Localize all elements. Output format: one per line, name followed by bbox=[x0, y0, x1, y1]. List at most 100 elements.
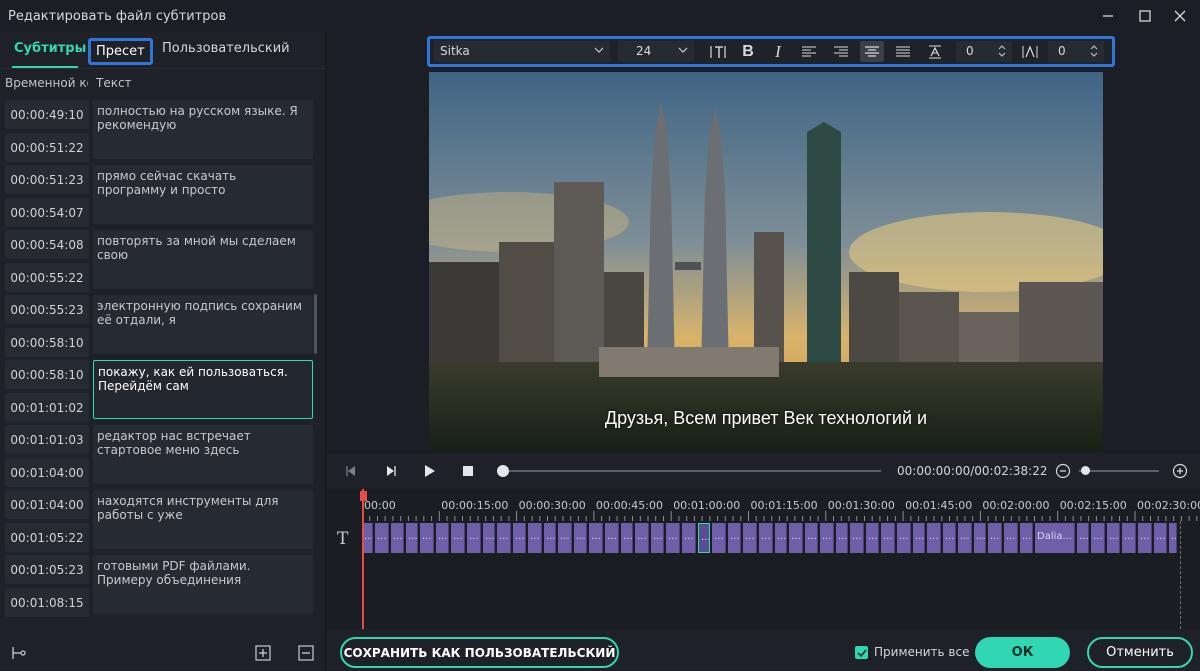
align-left-icon[interactable] bbox=[797, 41, 821, 62]
line-spacing-stepper[interactable]: 0 bbox=[956, 41, 1012, 62]
subtitle-clip[interactable]: ... bbox=[913, 523, 925, 553]
subtitle-clip[interactable]: ... bbox=[988, 523, 1002, 553]
start-time-cell[interactable]: 00:00:54:08 bbox=[5, 230, 89, 259]
next-frame-icon[interactable] bbox=[383, 463, 399, 479]
end-time-cell[interactable]: 00:00:54:07 bbox=[5, 198, 89, 227]
end-time-cell[interactable]: 00:01:04:00 bbox=[5, 458, 89, 487]
text-height-icon[interactable] bbox=[706, 41, 730, 62]
subtitle-clip[interactable]: ... bbox=[483, 523, 495, 553]
subtitle-clip[interactable]: ... bbox=[1077, 523, 1089, 553]
end-time-cell[interactable]: 00:01:05:22 bbox=[5, 523, 89, 552]
subtitle-clip[interactable]: ... bbox=[1004, 523, 1018, 553]
italic-icon[interactable]: I bbox=[766, 41, 790, 62]
subtitle-clip[interactable]: ... bbox=[513, 523, 526, 553]
subtitle-row[interactable]: 00:01:04:00 00:01:05:22 находятся инструме… bbox=[5, 490, 317, 555]
subtitle-row[interactable]: 00:00:51:23 00:00:54:07 прямо сейчас скача… bbox=[5, 165, 317, 230]
subtitle-clip[interactable]: ... bbox=[420, 523, 434, 553]
start-time-cell[interactable]: 00:00:49:10 bbox=[5, 100, 89, 129]
zoom-out-icon[interactable] bbox=[1055, 463, 1071, 479]
tab-subtitles[interactable]: Субтитры bbox=[14, 41, 86, 56]
subtitle-clip[interactable]: ... bbox=[1138, 523, 1152, 553]
subtitle-clip[interactable]: ... bbox=[728, 523, 741, 553]
split-icon[interactable] bbox=[10, 645, 26, 661]
tab-custom[interactable]: Пользовательский bbox=[162, 41, 290, 56]
subtitle-text-cell[interactable]: полностью на русском языке. Я рекомендую bbox=[93, 100, 313, 159]
subtitle-clip[interactable]: ... bbox=[589, 523, 603, 553]
align-justify-icon[interactable] bbox=[891, 41, 915, 62]
subtitle-clip[interactable]: ... bbox=[406, 523, 418, 553]
apply-all-checkbox[interactable] bbox=[855, 646, 868, 659]
subtitle-row[interactable]: 00:00:54:08 00:00:55:22 повторять за мной … bbox=[5, 230, 317, 295]
subtitle-text-cell[interactable]: редактор нас встречает стартовое меню зд… bbox=[93, 425, 313, 484]
subtitle-clip[interactable]: ... bbox=[1020, 523, 1033, 553]
subtitle-clip[interactable]: ... bbox=[775, 523, 787, 553]
font-select[interactable]: Sitka bbox=[434, 41, 610, 62]
subtitle-clip[interactable]: ... bbox=[927, 523, 941, 553]
subtitle-row[interactable]: 00:01:05:23 00:01:08:15 готовыми PDF файла… bbox=[5, 555, 317, 620]
subtitle-clip[interactable]: ... bbox=[651, 523, 664, 553]
subtitle-clip[interactable]: ... bbox=[743, 523, 757, 553]
subtitle-clip[interactable]: ... bbox=[974, 523, 986, 553]
remove-subtitle-icon[interactable] bbox=[298, 645, 314, 661]
stepper-arrows-icon[interactable] bbox=[998, 44, 1006, 58]
minimize-icon[interactable] bbox=[1098, 6, 1118, 26]
start-time-cell[interactable]: 00:01:04:00 bbox=[5, 490, 89, 519]
subtitle-clip[interactable]: ... bbox=[1169, 523, 1177, 553]
align-center-icon[interactable] bbox=[860, 41, 884, 62]
subtitle-row[interactable]: 00:00:49:10 00:00:51:22 полностью на русск… bbox=[5, 100, 317, 165]
end-time-cell[interactable]: 00:00:55:22 bbox=[5, 263, 89, 292]
subtitle-clip[interactable]: ... bbox=[805, 523, 818, 553]
end-time-cell[interactable]: 00:00:58:10 bbox=[5, 328, 89, 357]
font-size-select[interactable]: 24 bbox=[618, 41, 694, 62]
subtitle-row[interactable]: 00:01:01:03 00:01:04:00 редактор нас встре… bbox=[5, 425, 317, 490]
subtitle-clip[interactable]: ... bbox=[375, 523, 389, 553]
subtitle-clip[interactable]: ... bbox=[759, 523, 773, 553]
subtitle-text-cell[interactable]: находятся инструменты для работы с уже bbox=[93, 490, 313, 549]
start-time-cell[interactable]: 00:00:55:23 bbox=[5, 295, 89, 324]
zoom-slider[interactable] bbox=[1079, 470, 1159, 472]
subtitle-clip[interactable]: ... bbox=[436, 523, 449, 553]
subtitle-clip[interactable]: ... bbox=[558, 523, 572, 553]
zoom-in-icon[interactable] bbox=[1172, 463, 1188, 479]
subtitle-clip[interactable]: ... bbox=[1107, 523, 1120, 553]
subtitle-clip[interactable]: ... bbox=[789, 523, 803, 553]
subtitle-clip[interactable]: ... bbox=[820, 523, 834, 553]
start-time-cell[interactable]: 00:00:58:10 bbox=[5, 360, 89, 389]
zoom-knob[interactable] bbox=[1081, 466, 1090, 475]
text-baseline-icon[interactable] bbox=[923, 41, 947, 62]
align-right-icon[interactable] bbox=[829, 41, 853, 62]
subtitle-clip[interactable]: ... bbox=[528, 523, 542, 553]
subtitle-clip[interactable]: ... bbox=[682, 523, 696, 553]
bold-icon[interactable]: B bbox=[736, 41, 760, 62]
playhead[interactable] bbox=[362, 489, 364, 629]
subtitle-clip[interactable]: ... bbox=[391, 523, 404, 553]
playback-knob[interactable] bbox=[497, 465, 509, 477]
subtitle-clip[interactable]: ... bbox=[497, 523, 511, 553]
list-scrollbar[interactable] bbox=[314, 294, 317, 354]
close-icon[interactable] bbox=[1170, 6, 1190, 26]
subtitle-clip[interactable]: ... bbox=[574, 523, 587, 553]
subtitle-text-cell[interactable]: покажу, как ей пользоваться. Перейдём са… bbox=[93, 360, 313, 419]
start-time-cell[interactable]: 00:01:01:03 bbox=[5, 425, 89, 454]
letter-spacing-icon[interactable] bbox=[1018, 41, 1042, 62]
subtitle-clip[interactable]: ... bbox=[958, 523, 972, 553]
end-time-cell[interactable]: 00:00:51:22 bbox=[5, 133, 89, 162]
end-time-cell[interactable]: 00:01:08:15 bbox=[5, 588, 89, 617]
start-time-cell[interactable]: 00:00:51:23 bbox=[5, 165, 89, 194]
cancel-button[interactable]: Отменить bbox=[1087, 637, 1193, 668]
subtitle-overlay[interactable]: Друзья, Всем привет Век технологий и bbox=[429, 408, 1103, 429]
apply-all-label[interactable]: Применить все bbox=[874, 645, 969, 659]
add-subtitle-icon[interactable] bbox=[255, 645, 271, 661]
subtitle-clip[interactable]: ... bbox=[943, 523, 956, 553]
play-icon[interactable] bbox=[422, 463, 438, 479]
prev-frame-icon[interactable] bbox=[343, 463, 359, 479]
subtitle-text-cell[interactable]: готовыми PDF файлами. Примеру объединени… bbox=[93, 555, 313, 614]
subtitle-row[interactable]: 00:00:58:10 00:01:01:02 покажу, как ей пол… bbox=[5, 360, 317, 425]
subtitle-clip[interactable]: ... bbox=[850, 523, 864, 553]
subtitle-clip[interactable]: ... bbox=[1154, 523, 1167, 553]
subtitle-clip[interactable]: ... bbox=[666, 523, 680, 553]
playback-progress[interactable] bbox=[503, 470, 881, 472]
subtitle-clip[interactable]: ... bbox=[836, 523, 848, 553]
subtitle-row[interactable]: 00:00:55:23 00:00:58:10 электронную подпис… bbox=[5, 295, 317, 360]
subtitle-text-cell[interactable]: прямо сейчас скачать программу и просто bbox=[93, 165, 313, 224]
